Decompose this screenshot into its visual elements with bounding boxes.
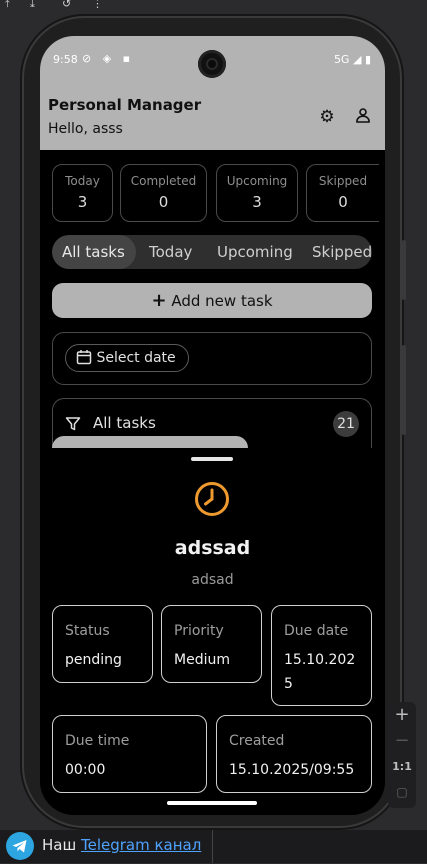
calendar-icon bbox=[76, 348, 92, 374]
task-count-badge: 21 bbox=[333, 411, 359, 437]
add-task-label: Add new task bbox=[171, 292, 273, 310]
emulator-zoom-tools: + − 1:1 ▢ bbox=[388, 702, 416, 808]
volume-button bbox=[402, 345, 406, 435]
field-label: Status bbox=[65, 623, 110, 639]
app-bar: Personal Manager Hello, asss ⚙ bbox=[40, 83, 385, 150]
power-button bbox=[402, 240, 406, 300]
status-bar: 9:58 ⊘ ◈ ▪ 5G ◢ ▮ bbox=[40, 36, 385, 83]
emulator-toolbar: ⤒ ⤓ ↺ ⋮ bbox=[0, 0, 427, 16]
list-header-label: All tasks bbox=[93, 414, 156, 432]
profile-icon[interactable] bbox=[353, 107, 373, 127]
task-detail-sheet: adssad adsad Status pending Priority Med… bbox=[40, 448, 385, 815]
filter-tabs: All tasks Today Upcoming Skipped bbox=[52, 235, 372, 269]
footer-divider bbox=[212, 830, 213, 863]
stat-card-upcoming: Upcoming 3 bbox=[216, 164, 298, 222]
select-date-chip[interactable]: Select date bbox=[65, 344, 189, 372]
upload-icon[interactable]: ⤒ bbox=[5, 0, 10, 11]
status-time: 9:58 bbox=[53, 53, 78, 66]
task-description: adsad bbox=[191, 572, 234, 588]
zoom-in-button[interactable]: + bbox=[388, 704, 416, 725]
add-task-button[interactable]: + Add new task bbox=[52, 283, 372, 318]
network-label: 5G bbox=[333, 53, 350, 66]
zoom-reset-button[interactable]: 1:1 bbox=[388, 760, 416, 773]
tab-skipped[interactable]: Skipped bbox=[302, 235, 372, 269]
field-created: Created 15.10.2025/09:55 bbox=[216, 715, 372, 793]
download-icon[interactable]: ⤓ bbox=[30, 0, 35, 11]
footer-prefix: Наш bbox=[42, 836, 77, 854]
stat-label: Today bbox=[65, 174, 100, 188]
footer-bar: Наш Telegram канал bbox=[0, 830, 427, 863]
stat-card-completed: Completed 0 bbox=[120, 164, 207, 222]
stat-value: 3 bbox=[77, 193, 88, 211]
field-value: 15.10.2025/09:55 bbox=[229, 762, 355, 778]
zoom-out-button[interactable]: − bbox=[388, 730, 416, 751]
date-filter-box: Select date bbox=[52, 332, 372, 385]
field-status: Status pending bbox=[52, 605, 153, 683]
more-icon[interactable]: ⋮ bbox=[92, 0, 103, 10]
tab-today[interactable]: Today bbox=[139, 235, 202, 269]
field-value: 15.10.2025 bbox=[284, 652, 356, 692]
field-value: pending bbox=[65, 652, 122, 668]
stat-label: Completed bbox=[130, 174, 197, 188]
stat-card-skipped: Skipped 0 bbox=[306, 164, 379, 222]
telegram-icon[interactable] bbox=[6, 832, 34, 860]
telegram-channel-link[interactable]: Telegram канал bbox=[81, 836, 201, 854]
filter-icon[interactable] bbox=[65, 416, 81, 436]
plus-icon: + bbox=[151, 290, 167, 311]
field-due-date: Due date 15.10.2025 bbox=[271, 605, 372, 706]
greeting: Hello, asss bbox=[48, 121, 123, 137]
signal-icon: ◢ bbox=[352, 53, 362, 66]
clock-icon bbox=[194, 481, 230, 517]
home-indicator[interactable] bbox=[167, 801, 257, 805]
front-camera bbox=[198, 50, 226, 78]
app-title: Personal Manager bbox=[48, 96, 202, 114]
stat-card-today: Today 3 bbox=[52, 164, 113, 222]
field-value: 00:00 bbox=[65, 762, 106, 778]
status-right: 5G ◢ ▮ bbox=[334, 53, 371, 66]
fit-screen-icon[interactable]: ▢ bbox=[388, 785, 416, 799]
field-label: Due date bbox=[284, 623, 349, 639]
tab-upcoming[interactable]: Upcoming bbox=[207, 235, 303, 269]
field-due-time: Due time 00:00 bbox=[52, 715, 207, 793]
history-icon[interactable]: ↺ bbox=[62, 0, 71, 10]
phone-screen: 9:58 ⊘ ◈ ▪ 5G ◢ ▮ Personal Manager Hello… bbox=[40, 36, 385, 815]
sheet-drag-handle[interactable] bbox=[191, 457, 233, 461]
field-label: Due time bbox=[65, 733, 130, 749]
stat-label: Upcoming bbox=[226, 174, 288, 188]
status-icons: ⊘ ◈ ▪ bbox=[82, 52, 135, 65]
field-label: Created bbox=[229, 733, 285, 749]
task-title: adssad bbox=[174, 537, 251, 559]
stat-value: 3 bbox=[252, 193, 262, 211]
stat-value: 0 bbox=[158, 193, 169, 211]
field-value: Medium bbox=[174, 652, 230, 668]
stat-label: Skipped bbox=[318, 174, 368, 188]
select-date-label: Select date bbox=[96, 350, 176, 366]
footer-text: Наш Telegram канал bbox=[42, 836, 201, 854]
stat-value: 0 bbox=[338, 193, 348, 211]
tab-all-tasks[interactable]: All tasks bbox=[52, 235, 136, 269]
battery-icon: ▮ bbox=[364, 53, 371, 66]
field-priority: Priority Medium bbox=[161, 605, 262, 683]
settings-gear-icon[interactable]: ⚙ bbox=[317, 107, 337, 127]
field-label: Priority bbox=[174, 623, 224, 639]
